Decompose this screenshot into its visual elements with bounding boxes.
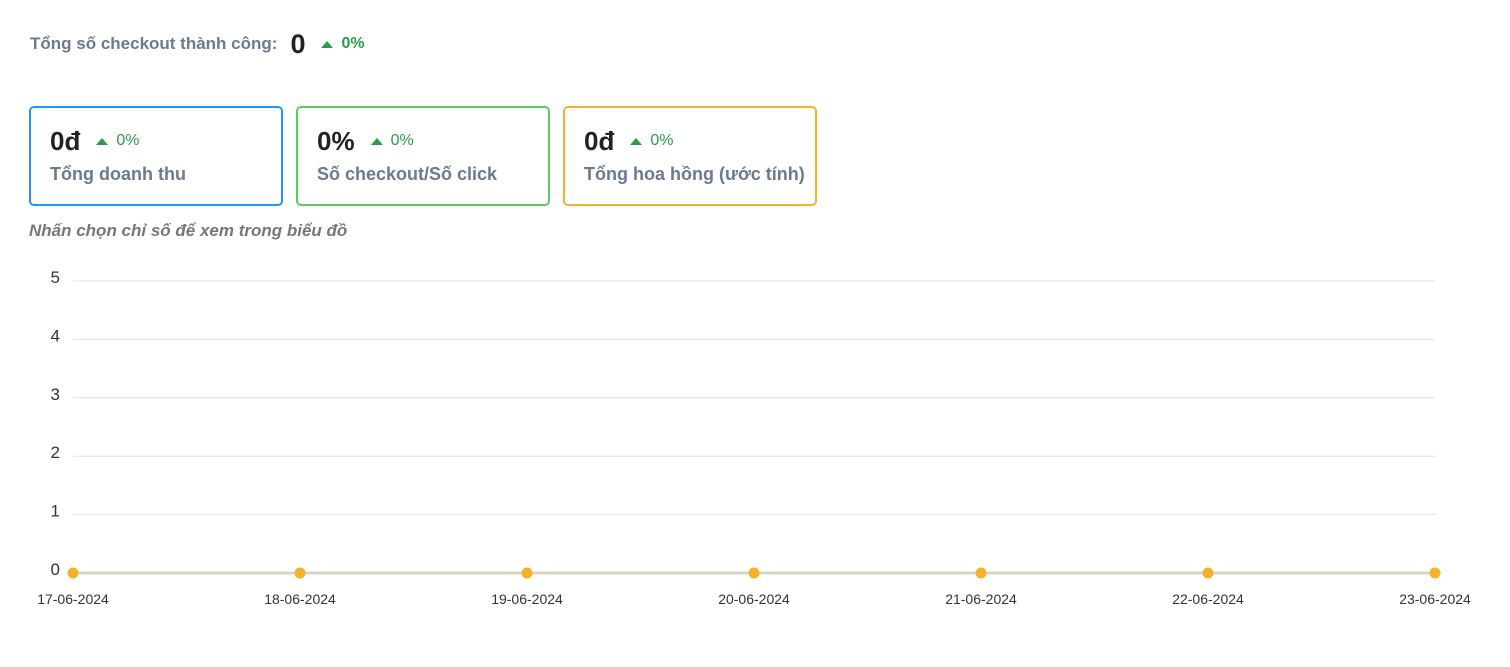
dashboard-page: Tổng số checkout thành công: 0 0% 0đ 0% … [0, 0, 1510, 667]
x-tick-label: 18-06-2024 [264, 591, 336, 607]
x-tick-label: 21-06-2024 [945, 591, 1017, 607]
data-point [975, 567, 987, 579]
line-chart: 0 1 2 3 4 5 17-06-2024 18-06-2024 19-06-2024 20-0… [37, 268, 1471, 607]
y-tick-label: 4 [51, 326, 60, 345]
y-tick-label: 5 [51, 268, 60, 287]
data-point [748, 567, 760, 579]
y-tick-label: 3 [51, 385, 60, 404]
y-tick-label: 2 [51, 443, 60, 462]
y-tick-label: 1 [51, 502, 60, 521]
data-point [67, 567, 79, 579]
x-tick-label: 22-06-2024 [1172, 591, 1244, 607]
y-tick-label: 0 [51, 560, 60, 579]
data-point [294, 567, 306, 579]
data-point [1429, 567, 1441, 579]
x-tick-label: 20-06-2024 [718, 591, 790, 607]
x-tick-label: 17-06-2024 [37, 591, 109, 607]
data-point [1202, 567, 1214, 579]
x-tick-label: 19-06-2024 [491, 591, 563, 607]
data-point [521, 567, 533, 579]
x-tick-label: 23-06-2024 [1399, 591, 1471, 607]
